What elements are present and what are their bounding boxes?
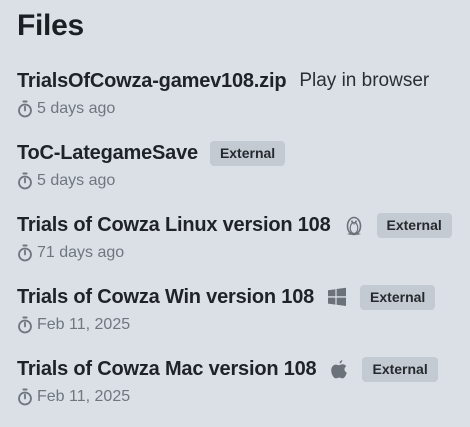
external-badge: External <box>209 140 286 166</box>
file-date-text: 71 days ago <box>37 244 125 261</box>
file-entry: TrialsOfCowza-gamev108.zip Play in brows… <box>17 67 460 127</box>
file-entry: ToC-LategameSave External 5 days ago <box>17 139 460 199</box>
stopwatch-icon <box>18 316 32 334</box>
stopwatch-icon <box>18 388 32 406</box>
file-name[interactable]: Trials of Cowza Win version 108 <box>17 286 314 309</box>
external-badge: External <box>362 356 438 382</box>
file-name[interactable]: Trials of Cowza Mac version 108 <box>17 358 317 381</box>
linux-icon <box>343 214 365 236</box>
file-name[interactable]: ToC-LategameSave <box>17 142 198 165</box>
file-date-text: 5 days ago <box>37 172 116 189</box>
file-date-text: Feb 11, 2025 <box>37 316 131 333</box>
file-date-text: Feb 11, 2025 <box>37 388 131 405</box>
windows-icon <box>326 286 348 308</box>
play-in-browser-link[interactable]: Play in browser <box>299 70 429 92</box>
apple-icon <box>328 358 350 380</box>
file-entry: Trials of Cowza Linux version 108 Extern… <box>17 211 460 271</box>
file-date: 5 days ago <box>17 169 460 193</box>
files-section: Files TrialsOfCowza-gamev108.zip Play in… <box>0 0 470 427</box>
file-date-text: 5 days ago <box>37 100 116 117</box>
file-date: Feb 11, 2025 <box>17 385 460 409</box>
file-date: Feb 11, 2025 <box>17 313 460 337</box>
stopwatch-icon <box>18 244 32 262</box>
page-title: Files <box>17 9 84 42</box>
external-badge: External <box>360 284 436 310</box>
file-entry: Trials of Cowza Win version 108 External… <box>17 283 460 343</box>
external-badge: External <box>376 212 452 238</box>
stopwatch-icon <box>18 172 32 190</box>
file-entry: Trials of Cowza Mac version 108 External… <box>17 355 460 415</box>
file-date: 5 days ago <box>17 97 460 121</box>
stopwatch-icon <box>18 100 32 118</box>
file-name[interactable]: Trials of Cowza Linux version 108 <box>17 214 331 237</box>
file-date: 71 days ago <box>17 241 460 265</box>
file-name[interactable]: TrialsOfCowza-gamev108.zip <box>17 70 287 93</box>
